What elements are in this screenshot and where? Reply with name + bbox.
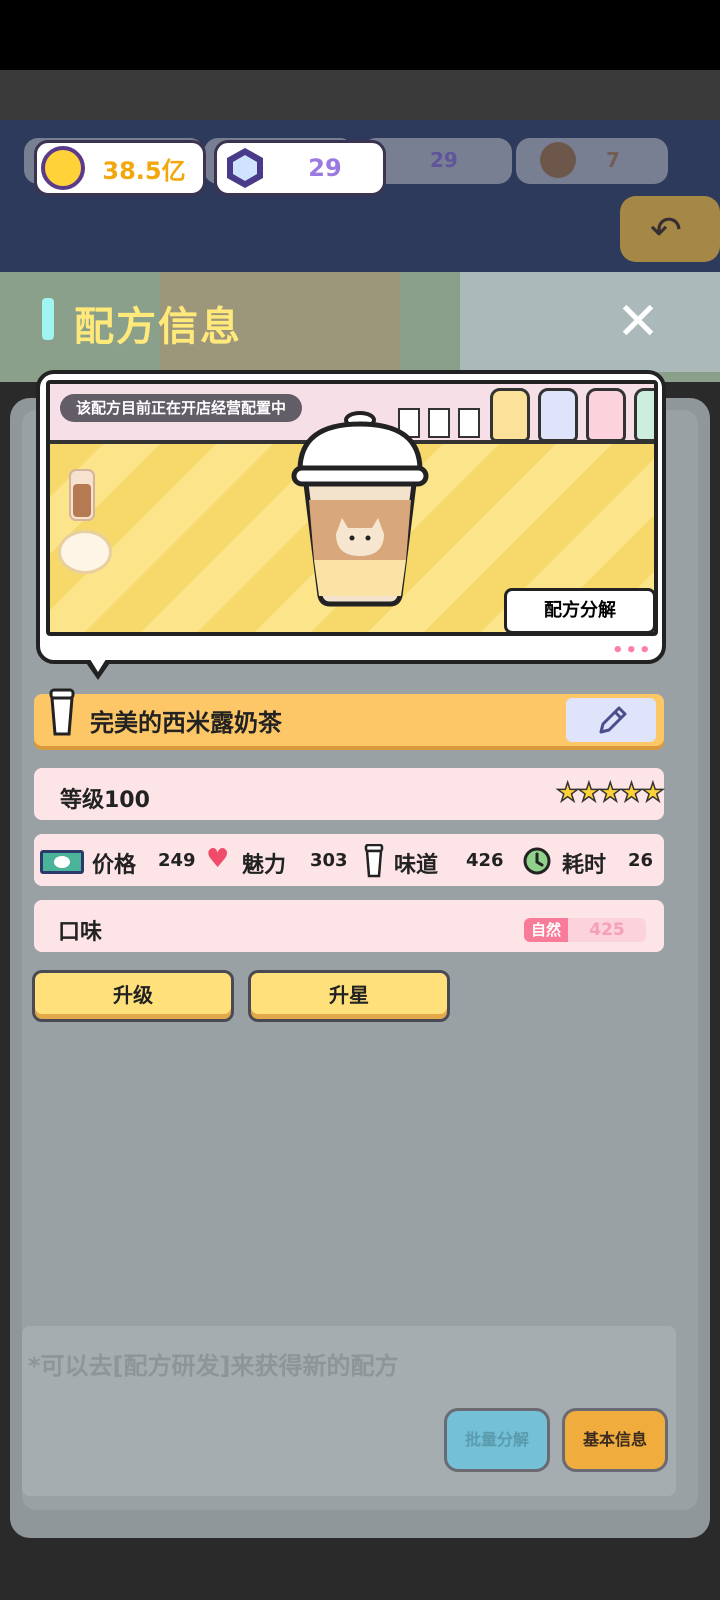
cup-icon: [364, 844, 384, 878]
gold-amount: 38.5亿: [102, 156, 186, 185]
title-accent: [42, 298, 54, 340]
recipe-decompose-button[interactable]: 配方分解: [504, 588, 654, 632]
bg-item-pill: 7: [516, 138, 668, 184]
milk-tea-cup-icon: [291, 411, 429, 607]
gem-icon: [223, 146, 267, 190]
gem-amount: 29: [308, 154, 342, 182]
card-tail-inner: [88, 656, 108, 672]
side-drink-icon: [69, 469, 95, 521]
gold-coin-icon: [41, 146, 85, 190]
status-bar: [0, 0, 720, 70]
batch-decompose-button: 批量分解: [444, 1408, 550, 1472]
hint-text: *可以去[配方研发]来获得新的配方: [28, 1352, 399, 1380]
price-label: 价格: [92, 853, 137, 878]
basic-info-button: 基本信息: [562, 1408, 668, 1472]
charm-value: 303: [310, 850, 348, 871]
active-config-notice: 该配方目前正在开店经营配置中: [60, 394, 303, 422]
taste-label: 味道: [394, 853, 439, 878]
page-title: 配方信息: [74, 304, 242, 350]
top-band: [0, 70, 720, 120]
gold-pill[interactable]: 38.5亿: [34, 140, 206, 196]
jar-icon: [538, 388, 578, 442]
side-plate-icon: [58, 530, 112, 574]
recipe-preview-scene: 该配方目前正在开店经营配置中 配方分解: [46, 380, 658, 636]
time-value: 26: [628, 850, 654, 871]
price-value: 249: [158, 850, 196, 871]
flavor-label: 口味: [58, 920, 103, 945]
heart-icon: ♥: [206, 844, 230, 874]
star-rating: ★★★★★: [555, 777, 665, 809]
flavor-tag: 自然: [524, 918, 568, 942]
star-up-button[interactable]: 升星: [248, 970, 450, 1022]
bg-item-count: 7: [606, 148, 620, 172]
jar-icon: [490, 388, 530, 442]
back-arrow-icon: ↶: [650, 208, 682, 252]
scene-house: [460, 272, 720, 372]
gem-pill[interactable]: 29: [214, 140, 386, 196]
charm-label: 魅力: [242, 853, 287, 878]
rename-button[interactable]: [566, 698, 656, 742]
more-dots: •••: [612, 640, 653, 661]
nav-bar: [0, 1540, 720, 1600]
recipe-name: 完美的西米露奶茶: [90, 709, 282, 737]
level-label: 等级100: [60, 788, 150, 813]
jar-icon: [586, 388, 626, 442]
close-button[interactable]: ✕: [612, 296, 664, 350]
price-tag-icon: [458, 408, 480, 438]
cash-icon: [40, 850, 84, 874]
bg-item-icon: [540, 142, 576, 178]
cup-icon: [49, 688, 75, 736]
price-tag-icon: [428, 408, 450, 438]
close-icon: ✕: [616, 292, 660, 352]
flavor-value: 425: [568, 918, 646, 942]
taste-value: 426: [466, 850, 504, 871]
clock-icon: [523, 847, 551, 875]
back-button[interactable]: ↶: [620, 196, 720, 262]
upgrade-button[interactable]: 升级: [32, 970, 234, 1022]
jar-icon: [634, 388, 654, 442]
pencil-icon: [599, 706, 627, 734]
bg-gem-count: 29: [430, 148, 458, 172]
time-label: 耗时: [562, 853, 607, 878]
